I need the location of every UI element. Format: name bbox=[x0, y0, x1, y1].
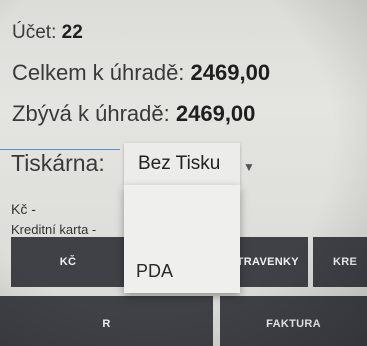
dropdown-option-pda[interactable]: PDA bbox=[136, 261, 173, 282]
printer-selected-value: Bez Tisku bbox=[138, 153, 221, 174]
credit-card-line: Kreditní karta - bbox=[11, 222, 97, 234]
kc-button[interactable]: KČ bbox=[11, 237, 125, 287]
total-label: Celkem k úhradě: bbox=[12, 60, 185, 85]
printer-dropdown-menu: PDA bbox=[124, 185, 240, 293]
payment-screen: Účet: 22 Celkem k úhradě: 2469,00 Zbývá … bbox=[0, 0, 367, 346]
remaining-row: Zbývá k úhradě: 2469,00 bbox=[12, 101, 255, 127]
remaining-value: 2469,00 bbox=[175, 101, 256, 126]
total-value: 2469,00 bbox=[190, 60, 271, 85]
account-row: Účet: 22 bbox=[12, 22, 83, 44]
faktura-button[interactable]: FAKTURA bbox=[220, 296, 367, 346]
kc-amount-line: Kč - bbox=[11, 201, 36, 217]
printer-label: Tiskárna: bbox=[11, 150, 105, 176]
total-row: Celkem k úhradě: 2469,00 bbox=[12, 60, 270, 86]
printer-select[interactable]: Bez Tisku bbox=[124, 143, 240, 185]
remaining-label: Zbývá k úhradě: bbox=[12, 101, 170, 126]
r-button[interactable]: R bbox=[0, 296, 213, 346]
account-label: Účet: bbox=[12, 22, 57, 43]
account-value: 22 bbox=[61, 22, 83, 43]
dropdown-caret-icon[interactable]: ▼ bbox=[243, 160, 255, 174]
kre-button[interactable]: KRE bbox=[313, 237, 367, 287]
